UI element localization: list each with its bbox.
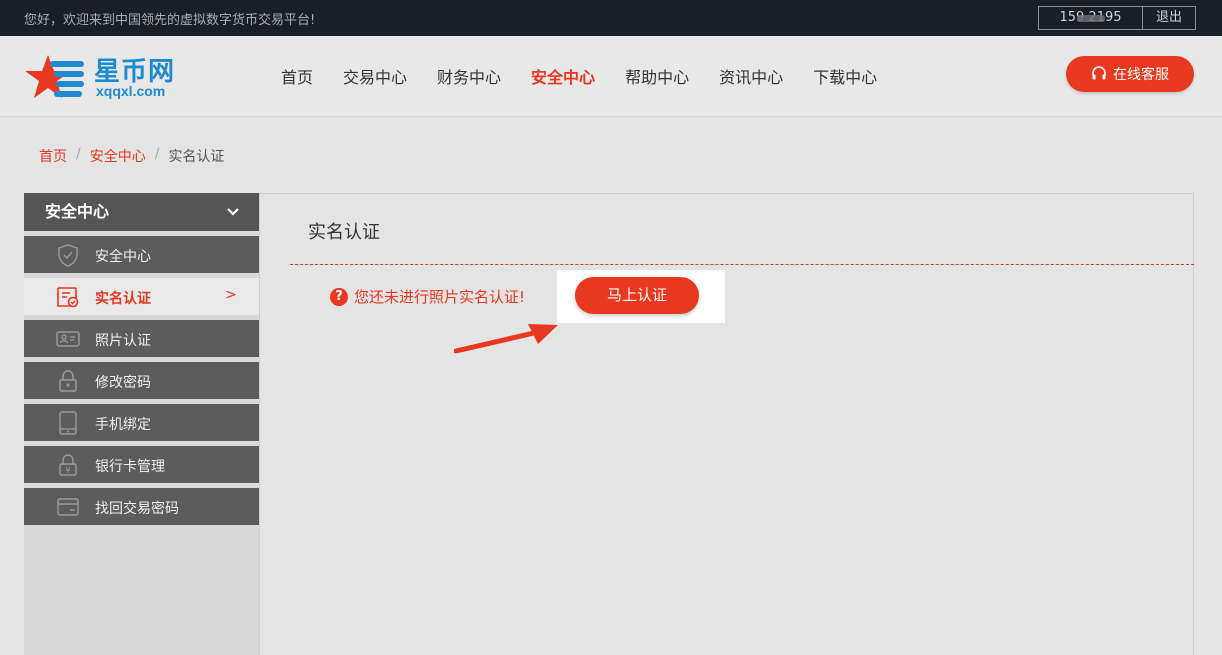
nav-trade-center[interactable]: 交易中心 [343, 64, 407, 88]
site-header: 星币网 xqqxl.com 首页 交易中心 财务中心 安全中心 帮助中心 资讯中… [0, 36, 1222, 117]
main-panel: 实名认证 ? 您还未进行照片实名认证! 马上认证 [259, 193, 1194, 655]
breadcrumb-separator: / [76, 146, 81, 162]
online-service-button[interactable]: 在线客服 [1066, 56, 1194, 92]
breadcrumb-security-center[interactable]: 安全中心 [90, 146, 146, 166]
sidebar-item-photo-verification[interactable]: 照片认证 [24, 320, 259, 357]
logout-button[interactable]: 退出 [1143, 7, 1195, 29]
breadcrumb-separator: / [154, 146, 160, 162]
logo-domain-text: xqqxl.com [96, 83, 166, 99]
sidebar-item-security-center[interactable]: 安全中心 [24, 236, 259, 273]
sidebar-item-label: 实名认证 [95, 291, 151, 307]
title-divider [290, 264, 1194, 265]
page-title: 实名认证 [308, 222, 380, 243]
nav-download-center[interactable]: 下载中心 [813, 64, 877, 88]
sidebar-item-bank-card[interactable]: ¥ 银行卡管理 [24, 446, 259, 483]
card-icon [56, 495, 80, 519]
account-box: 159 2195 退出 [1038, 6, 1196, 30]
sidebar-header[interactable]: 安全中心 [24, 193, 259, 231]
sidebar-item-label: 找回交易密码 [95, 501, 179, 517]
bank-lock-icon: ¥ [56, 453, 80, 477]
sidebar-item-label: 银行卡管理 [95, 459, 165, 475]
verification-notice: ? 您还未进行照片实名认证! [330, 286, 525, 307]
site-logo[interactable]: 星币网 xqqxl.com [24, 51, 194, 103]
phone-mask [1077, 15, 1105, 22]
logo-star-icon [25, 55, 84, 98]
sidebar-item-real-name-verification[interactable]: 实名认证 > [24, 278, 259, 315]
breadcrumb-current: 实名认证 [168, 149, 225, 165]
phone-icon [56, 411, 80, 435]
nav-home[interactable]: 首页 [281, 64, 313, 88]
nav-help-center[interactable]: 帮助中心 [625, 64, 689, 88]
shield-icon [56, 243, 80, 267]
question-icon: ? [330, 287, 348, 306]
id-card-icon [56, 327, 80, 351]
sidebar-item-label: 修改密码 [95, 375, 151, 391]
pointer-arrow-icon [454, 324, 558, 354]
nav-finance-center[interactable]: 财务中心 [437, 64, 501, 88]
nav-news-center[interactable]: 资讯中心 [719, 64, 783, 88]
breadcrumb: 首页 / 安全中心 / 实名认证 [39, 146, 224, 166]
sidebar-item-label: 照片认证 [95, 333, 151, 349]
verify-now-button[interactable]: 马上认证 [575, 277, 699, 314]
sidebar-item-recover-trade-password[interactable]: 找回交易密码 [24, 488, 259, 525]
main-nav: 首页 交易中心 财务中心 安全中心 帮助中心 资讯中心 下载中心 [266, 36, 892, 116]
nav-security-center[interactable]: 安全中心 [531, 64, 595, 88]
top-bar: 您好，欢迎来到中国领先的虚拟数字货币交易平台! 159 2195 退出 [0, 0, 1222, 36]
breadcrumb-home[interactable]: 首页 [39, 146, 67, 166]
notice-text: 您还未进行照片实名认证! [354, 288, 526, 306]
headset-icon [1091, 66, 1107, 82]
sidebar-item-label: 手机绑定 [95, 417, 151, 433]
lock-icon [56, 369, 80, 393]
sidebar-item-label: 安全中心 [95, 249, 151, 265]
sidebar-item-phone-binding[interactable]: 手机绑定 [24, 404, 259, 441]
sidebar: 安全中心 安全中心 实名认证 > 照片认证 修改密码 手机绑定 ¥ 银行卡管理 … [24, 193, 259, 655]
chevron-right-icon: > [225, 287, 237, 303]
sidebar-title: 安全中心 [45, 202, 110, 221]
svg-text:¥: ¥ [65, 466, 70, 475]
welcome-text: 您好，欢迎来到中国领先的虚拟数字货币交易平台! [24, 13, 316, 28]
id-verify-icon [56, 285, 80, 309]
online-service-label: 在线客服 [1113, 67, 1169, 83]
user-phone[interactable]: 159 2195 [1039, 7, 1143, 29]
sidebar-item-change-password[interactable]: 修改密码 [24, 362, 259, 399]
